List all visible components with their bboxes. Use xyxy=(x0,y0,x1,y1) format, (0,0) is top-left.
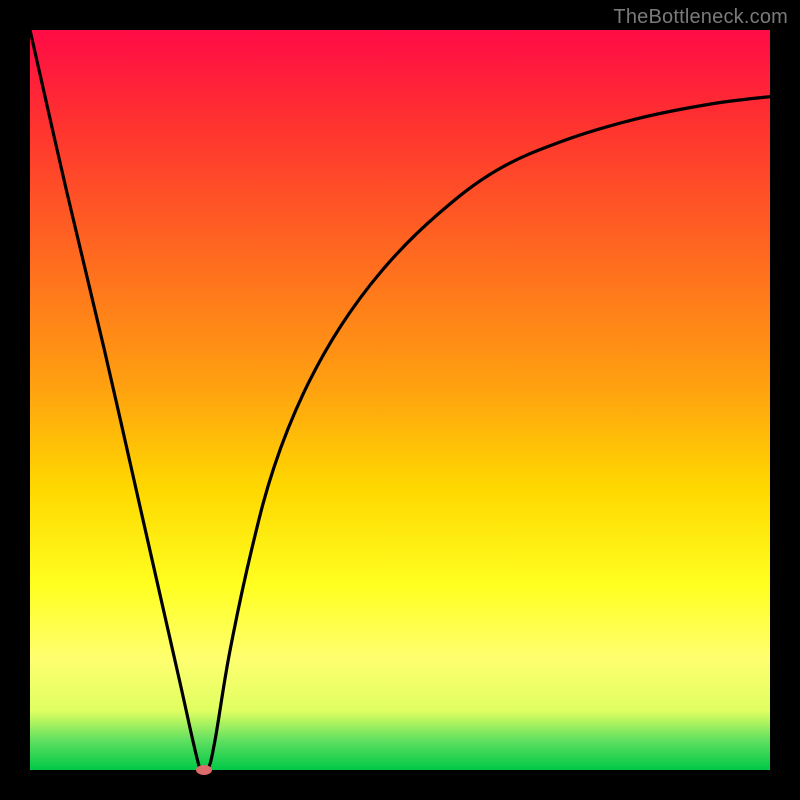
chart-frame: TheBottleneck.com xyxy=(0,0,800,800)
bottleneck-curve xyxy=(30,30,770,770)
watermark-text: TheBottleneck.com xyxy=(613,6,788,29)
minimum-marker xyxy=(196,765,212,775)
plot-area xyxy=(30,30,770,770)
